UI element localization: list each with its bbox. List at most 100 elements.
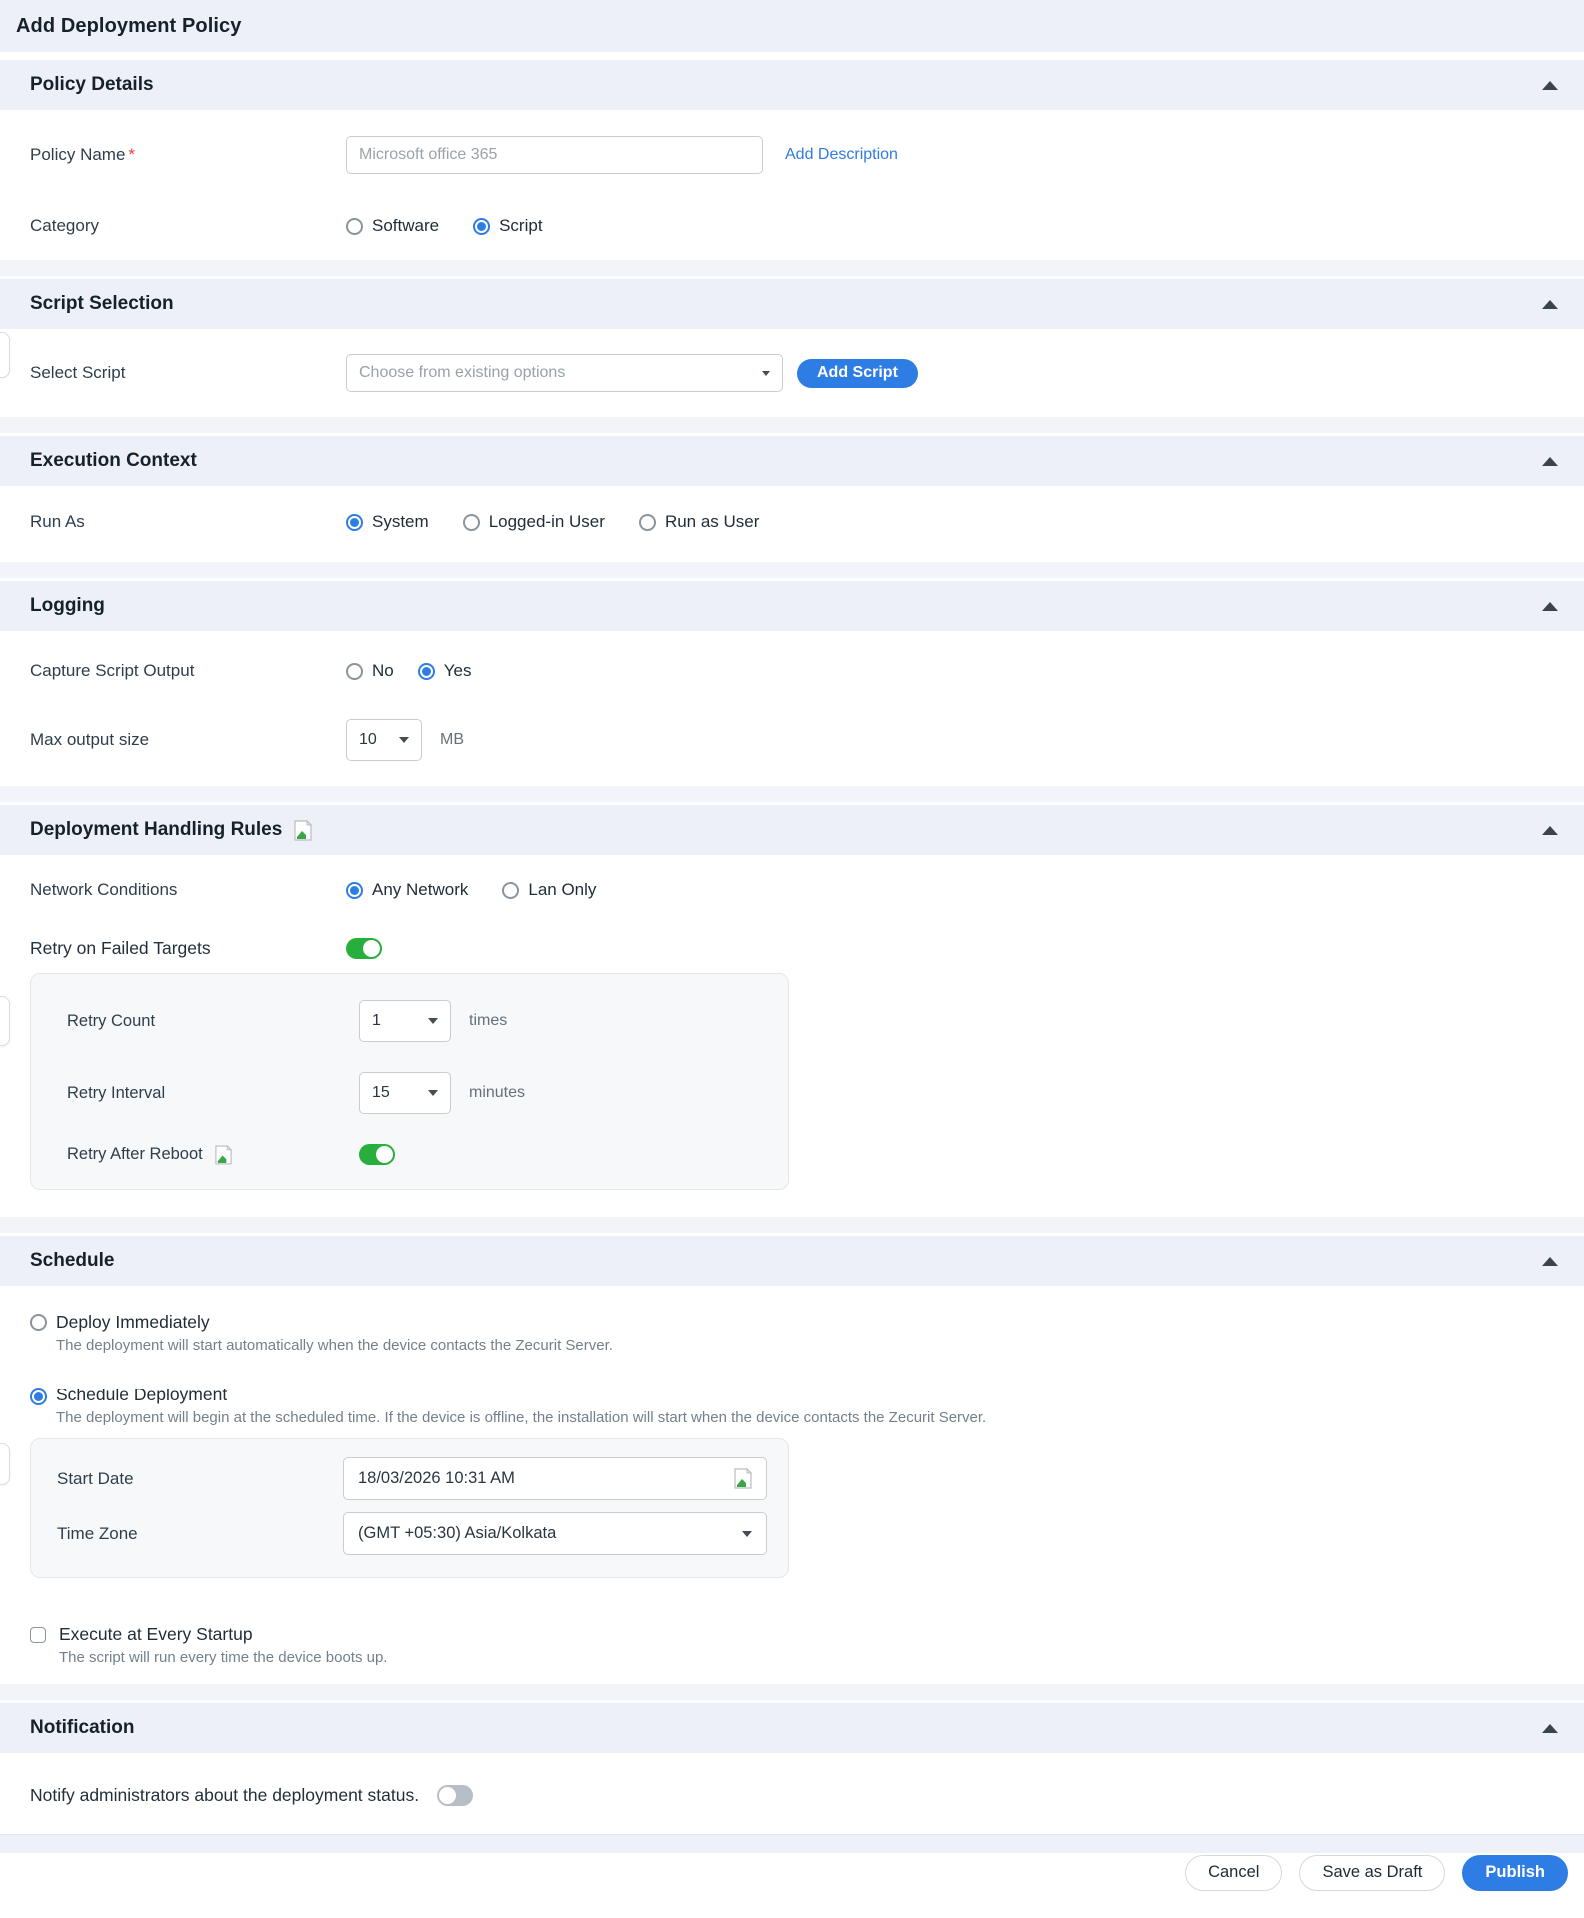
schedule-settings-panel: Start Date 18/03/2026 10:31 AM Time Zone… [30, 1438, 789, 1578]
radio-icon[interactable] [346, 217, 363, 235]
run-as-label: Run As [30, 512, 85, 531]
policy-name-label: Policy Name * [30, 145, 136, 164]
run-as-option-run-as-user[interactable]: Run as User [638, 512, 759, 532]
network-option-lan-only[interactable]: Lan Only [502, 880, 596, 900]
radio-icon[interactable] [30, 1314, 47, 1331]
publish-button[interactable]: Publish [1462, 1854, 1568, 1891]
section-policy-details: Policy Name* Add Description Category So… [0, 110, 1584, 260]
add-deployment-policy-page: { "header": { "title": "Add Deployment P… [0, 0, 1584, 1918]
notify-admins-row: Notify administrators about the deployme… [0, 1785, 1584, 1806]
radio-icon[interactable] [346, 662, 363, 680]
network-conditions-label: Network Conditions [30, 880, 178, 899]
execute-at-startup-checkbox[interactable] [30, 1626, 46, 1643]
notify-admins-toggle[interactable] [437, 1785, 474, 1806]
section-title: Policy Details [30, 74, 154, 95]
retry-after-reboot-label: Retry After Reboot [67, 1144, 359, 1165]
retry-count-row: Retry Count 1 times [31, 1000, 788, 1042]
deploy-immediately-option: Deploy Immediately The deployment will s… [0, 1312, 1584, 1354]
capture-output-label: Capture Script Output [30, 661, 195, 680]
collapse-icon[interactable] [1542, 1256, 1558, 1266]
radio-icon[interactable] [502, 881, 520, 899]
retry-interval-row: Retry Interval 15 minutes [31, 1072, 788, 1114]
section-header-logging[interactable]: Logging [0, 581, 1584, 631]
collapse-icon[interactable] [1542, 456, 1558, 466]
radio-icon[interactable] [346, 513, 363, 531]
save-as-draft-button[interactable]: Save as Draft [1299, 1854, 1446, 1891]
execute-at-startup-description: The script will run every time the devic… [59, 1649, 388, 1666]
section-header-policy-details[interactable]: Policy Details [0, 60, 1584, 110]
radio-icon[interactable] [346, 881, 363, 899]
select-script-row: Select Script Choose from existing optio… [0, 354, 1584, 392]
section-divider [0, 562, 1584, 581]
schedule-deployment-description: The deployment will begin at the schedul… [56, 1409, 987, 1426]
add-script-button[interactable]: Add Script [797, 358, 918, 388]
section-header-script-selection[interactable]: Script Selection [0, 279, 1584, 329]
start-date-input[interactable]: 18/03/2026 10:31 AM [343, 1457, 767, 1500]
section-divider [0, 786, 1584, 805]
max-output-row: Max output size 10 MB [0, 719, 1584, 761]
network-option-any[interactable]: Any Network [346, 880, 468, 900]
cancel-button[interactable]: Cancel [1185, 1854, 1283, 1891]
max-output-dropdown[interactable]: 10 [346, 719, 422, 761]
retry-interval-dropdown[interactable]: 15 [359, 1072, 451, 1114]
add-description-link[interactable]: Add Description [785, 146, 898, 164]
deploy-immediately-label[interactable]: Deploy Immediately [56, 1312, 210, 1333]
caret-down-icon [762, 370, 770, 376]
broken-image-icon [215, 1144, 232, 1165]
retry-after-reboot-toggle[interactable] [359, 1144, 395, 1165]
retry-after-reboot-row: Retry After Reboot [31, 1144, 788, 1165]
execute-at-startup-label[interactable]: Execute at Every Startup [59, 1624, 253, 1645]
time-zone-dropdown[interactable]: (GMT +05:30) Asia/Kolkata [343, 1512, 767, 1555]
collapse-icon[interactable] [1542, 601, 1558, 611]
category-row: Category Software Script [0, 216, 1584, 236]
run-as-option-logged-in-user[interactable]: Logged-in User [462, 512, 605, 532]
section-notification: Notify administrators about the deployme… [0, 1753, 1584, 1834]
select-script-label: Select Script [30, 363, 126, 382]
retry-interval-label: Retry Interval [67, 1083, 166, 1102]
collapse-icon[interactable] [1542, 1723, 1558, 1733]
run-as-option-system[interactable]: System [346, 512, 429, 532]
time-zone-row: Time Zone (GMT +05:30) Asia/Kolkata [31, 1512, 788, 1555]
category-option-software[interactable]: Software [346, 216, 439, 236]
section-header-deployment-handling[interactable]: Deployment Handling Rules [0, 805, 1584, 855]
collapse-icon[interactable] [1542, 299, 1558, 309]
section-title: Schedule [30, 1250, 115, 1271]
radio-icon[interactable] [30, 1388, 47, 1405]
retry-count-dropdown[interactable]: 1 [359, 1000, 451, 1042]
capture-option-no[interactable]: No [346, 661, 394, 681]
radio-icon[interactable] [417, 662, 435, 680]
section-header-schedule[interactable]: Schedule [0, 1236, 1584, 1286]
section-title: Logging [30, 595, 105, 616]
select-script-dropdown[interactable]: Choose from existing options [346, 354, 783, 392]
collapse-icon[interactable] [1542, 80, 1558, 90]
retry-on-failed-toggle[interactable] [346, 938, 382, 959]
section-deployment-handling: Network Conditions Any Network Lan Only … [0, 855, 1584, 1217]
section-header-execution-context[interactable]: Execution Context [0, 436, 1584, 486]
max-output-label: Max output size [30, 730, 150, 749]
section-header-notification[interactable]: Notification [0, 1703, 1584, 1753]
capture-option-yes[interactable]: Yes [417, 661, 471, 681]
collapse-icon[interactable] [1542, 825, 1558, 835]
footer-bar: Cancel Save as Draft Publish [0, 1853, 1584, 1892]
schedule-deployment-label[interactable]: Schedule Deployment [56, 1389, 227, 1405]
radio-icon[interactable] [462, 513, 480, 531]
left-edge-tab[interactable] [0, 332, 10, 378]
caret-down-icon [742, 1530, 752, 1537]
policy-name-input[interactable] [346, 136, 763, 174]
radio-icon[interactable] [638, 513, 656, 531]
section-divider [0, 1684, 1584, 1703]
section-divider [0, 260, 1584, 279]
date-picker-icon[interactable] [734, 1468, 752, 1489]
network-conditions-row: Network Conditions Any Network Lan Only [0, 880, 1584, 900]
caret-down-icon [428, 1018, 438, 1024]
radio-icon[interactable] [473, 217, 491, 235]
page-header: Add Deployment Policy [0, 0, 1584, 52]
run-as-row: Run As System Logged-in User Run as User [0, 512, 1584, 532]
retry-count-label: Retry Count [67, 1011, 156, 1030]
left-edge-tab[interactable] [0, 996, 10, 1046]
category-option-script[interactable]: Script [473, 216, 543, 236]
section-title: Execution Context [30, 450, 197, 471]
retry-settings-panel: Retry Count 1 times Retry Interval 15 mi… [30, 973, 789, 1190]
left-edge-tab[interactable] [0, 1443, 10, 1485]
section-schedule: Deploy Immediately The deployment will s… [0, 1286, 1584, 1684]
